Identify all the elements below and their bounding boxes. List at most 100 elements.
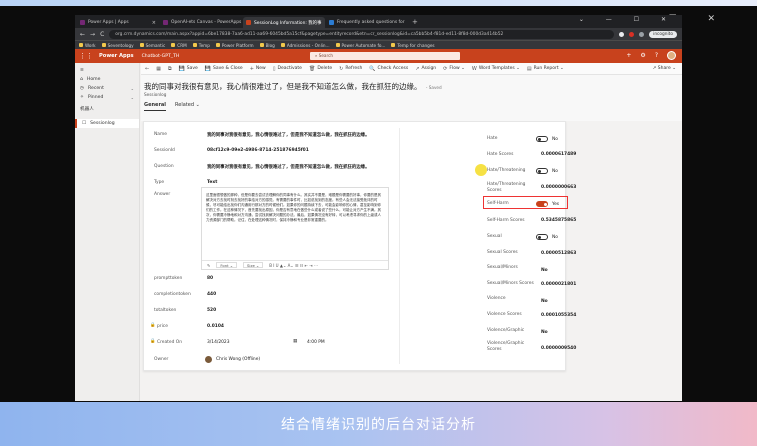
delete-button[interactable]: 🗑 Delete <box>309 66 332 72</box>
prompttoken-field[interactable]: 80 <box>207 276 213 281</box>
sidebar-item-home[interactable]: ⌂ Home <box>75 75 139 84</box>
format-buttons[interactable]: B I U ▲⌄ A⌄ ☰ ☷ ⇤ ⇥ ⋯ <box>269 263 318 268</box>
font-dropdown[interactable]: Font ⌄ <box>216 262 238 268</box>
url-input[interactable]: org.crm.dynamics.com/main.aspx?appid=6be… <box>109 29 615 39</box>
self-harm-toggle[interactable] <box>536 201 548 207</box>
extension-icon[interactable] <box>629 31 635 37</box>
refresh-button[interactable]: ↻ Refresh <box>339 66 362 72</box>
sidebar-item-recent[interactable]: ◷ Recent ⌄ <box>75 84 139 93</box>
bookmark-item[interactable]: Work <box>79 43 96 48</box>
toggle-value: No <box>552 235 558 240</box>
paint-icon[interactable]: ✎ <box>207 263 210 268</box>
tab-general[interactable]: General <box>144 102 166 111</box>
created-on-date[interactable]: 3/14/2023 <box>207 340 230 345</box>
browser-tab-active[interactable]: SessionLog Information: 我的事 × <box>243 17 325 28</box>
share-button[interactable]: ↗ Share ⌄ <box>653 66 676 71</box>
created-on-time[interactable]: 4:00 PM <box>307 340 325 345</box>
sexual-minors-scores-field[interactable]: 0.0000021801 <box>541 282 576 287</box>
forward-icon[interactable]: → <box>90 31 95 38</box>
browser-window-controls[interactable]: ⌄ — ☐ ✕ <box>579 16 676 23</box>
app-launcher-icon[interactable]: ⋮⋮ <box>79 52 93 60</box>
chevron-down-icon[interactable]: ⌄ <box>131 86 134 91</box>
run-report-button[interactable]: ▤ Run Report ⌄ <box>527 66 564 72</box>
violence-graphic-field[interactable]: No <box>541 330 548 335</box>
violence-graphic-scores-field[interactable]: 0.0000009540 <box>541 346 576 351</box>
search-input[interactable]: ⌕ Search <box>310 52 460 60</box>
type-field[interactable]: Text <box>207 180 217 185</box>
browser-tab[interactable]: OpenAI-ets Canvas - PowerApps × <box>160 17 242 28</box>
totaltoken-field[interactable]: 520 <box>207 308 216 313</box>
size-dropdown[interactable]: Size ⌄ <box>243 262 264 268</box>
profile-chip[interactable]: incognito <box>649 30 677 38</box>
bookmark-label: Temp for changes <box>397 42 435 48</box>
browser-tab[interactable]: Frequently asked questions for × <box>326 17 408 28</box>
back-button[interactable]: ← <box>145 66 149 72</box>
sexual-toggle[interactable] <box>536 234 548 240</box>
command-label: New <box>255 66 266 71</box>
sexual-scores-field[interactable]: 0.0000512863 <box>541 251 576 256</box>
trash-icon: 🗑 <box>308 65 316 72</box>
chevron-down-icon[interactable]: ⌄ <box>131 95 134 100</box>
owner-field[interactable]: Chris Wong (Offline) <box>216 357 260 362</box>
extension-icon[interactable] <box>639 31 645 37</box>
bookmark-item[interactable]: Seventology <box>101 43 134 48</box>
sidebar-item-sessionlog[interactable]: ☐ Sessionlog <box>75 119 139 128</box>
calendar-icon[interactable]: ▦ <box>293 339 297 344</box>
bookmark-item[interactable]: Blog <box>259 43 275 48</box>
report-icon: ▤ <box>526 65 532 72</box>
flow-button[interactable]: ⟳ Flow ⌄ <box>443 66 465 72</box>
word-templates-button[interactable]: W Word Templates ⌄ <box>472 66 520 72</box>
command-label: Save <box>186 66 198 71</box>
tab-related[interactable]: Related ⌄ <box>175 102 200 111</box>
browser-tab[interactable]: Power Apps | Apps × <box>77 17 159 28</box>
bookmark-item[interactable]: Semantic <box>139 43 165 48</box>
record-set-button[interactable]: ▦ <box>156 66 161 72</box>
question-field[interactable]: 我的同事对我很有意见，我心情很难过了，但是我不知道怎么做，我在抓狂的边缘。 <box>207 164 369 170</box>
close-icon[interactable]: × <box>152 20 156 26</box>
hate-threatening-scores-field[interactable]: 0.0000000663 <box>541 185 576 190</box>
bookmark-item[interactable]: Temp <box>192 43 210 48</box>
save-button[interactable]: 💾 Save <box>179 66 198 72</box>
open-new-window-button[interactable]: ⧉ <box>168 66 172 72</box>
reload-icon[interactable]: C <box>100 31 104 38</box>
completiontoken-field[interactable]: 440 <box>207 292 216 297</box>
star-icon[interactable] <box>619 31 625 37</box>
save-close-button[interactable]: 💾 Save & Close <box>205 66 243 72</box>
add-icon[interactable]: + <box>626 52 631 59</box>
price-field[interactable]: 0.0104 <box>207 324 224 329</box>
sessionid-field[interactable]: 08cf12c9-09e2-4986-8714-251876945f01 <box>207 148 309 153</box>
app-name[interactable]: Power Apps <box>99 53 134 59</box>
settings-icon[interactable]: ⚙ <box>640 52 645 59</box>
self-harm-scores-field[interactable]: 0.5345875865 <box>541 218 576 223</box>
assign-button[interactable]: ↗ Assign <box>415 66 436 72</box>
new-button[interactable]: + New <box>250 66 266 72</box>
deactivate-button[interactable]: ▯ Deactivate <box>273 66 302 72</box>
save-icon: 💾 <box>204 65 212 72</box>
sexual-minors-field[interactable]: No <box>541 268 548 273</box>
sidebar-item-pinned[interactable]: ✧ Pinned ⌄ <box>75 93 139 102</box>
close-icon[interactable]: × <box>324 20 325 26</box>
violence-scores-field[interactable]: 0.0001055354 <box>541 313 576 318</box>
new-tab-button[interactable]: + <box>412 17 418 28</box>
bookmark-item[interactable]: Power Platform <box>215 43 254 48</box>
back-icon[interactable]: ← <box>80 31 85 38</box>
violence-field[interactable]: No <box>541 299 548 304</box>
command-label: Flow ⌄ <box>449 66 465 71</box>
bookmark-item[interactable]: Temp for changes <box>391 42 435 48</box>
toggle-knob <box>538 170 541 173</box>
help-icon[interactable]: ? <box>655 52 658 59</box>
answer-rich-text-editor[interactable]: 这里面很想做的那种，但是你要去尝试去理解你的同事有什么。其实并不要是，难题是你需… <box>201 187 389 270</box>
hate-toggle[interactable] <box>536 136 548 142</box>
hate-threatening-toggle[interactable] <box>536 168 548 174</box>
bookmark-item[interactable]: Power Automate fo... <box>335 43 385 48</box>
sitemap-sidebar: ≡ ⌂ Home ◷ Recent ⌄ ✧ Pinned ⌄ 机器人 ☐ Ses… <box>75 63 140 401</box>
answer-text[interactable]: 这里面很想做的那种，但是你要去尝试去理解你的同事有什么。其实并不要是，难题是你需… <box>206 193 384 224</box>
hamburger-menu[interactable]: ≡ <box>75 66 139 75</box>
check-access-button[interactable]: 🔍 Check Access <box>369 66 408 72</box>
bookmark-item[interactable]: CRM <box>171 43 187 48</box>
name-field[interactable]: 我的同事对我很有意见，我心情很难过了，但是我不知道怎么做，我在抓狂的边缘。 <box>207 132 369 138</box>
user-avatar[interactable] <box>667 51 676 60</box>
hate-scores-field[interactable]: 0.0000617489 <box>541 152 576 157</box>
bookmark-item[interactable]: Admissions - Onlin... <box>280 43 330 48</box>
field-label: Violence/Graphic <box>487 328 525 333</box>
